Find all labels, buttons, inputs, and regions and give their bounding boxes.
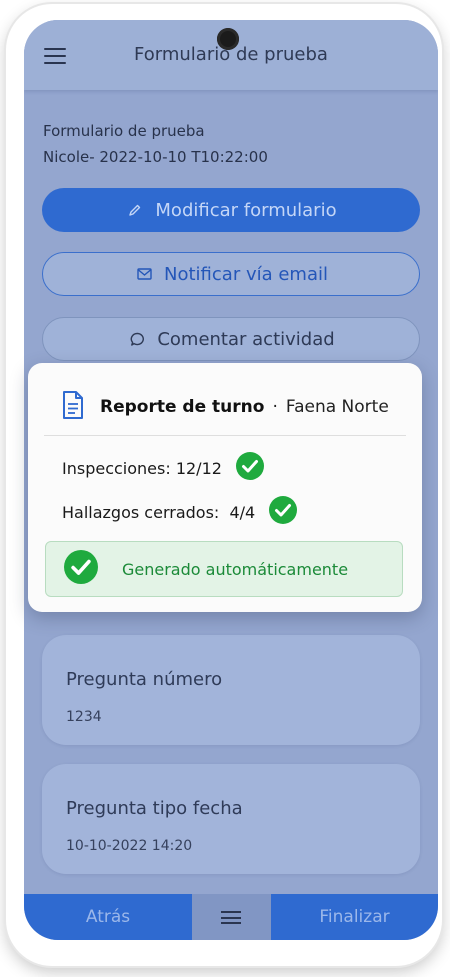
check-circle-icon <box>235 452 264 484</box>
notify-email-button[interactable]: Notificar vía email <box>42 252 420 296</box>
form-meta: Nicole- 2022-10-10 T10:22:00 <box>43 148 268 166</box>
question-card-number[interactable]: Pregunta número 1234 <box>42 635 420 745</box>
auto-generated-badge: Generado automáticamente <box>45 541 403 597</box>
question-card-date[interactable]: Pregunta tipo fecha 10-10-2022 14:20 <box>42 764 420 874</box>
back-button[interactable]: Atrás <box>24 894 192 940</box>
report-title: Reporte de turno <box>100 397 265 417</box>
shift-report-card: Reporte de turno · Faena Norte Inspeccio… <box>28 363 422 612</box>
question-label: Pregunta tipo fecha <box>66 798 243 819</box>
report-header: Reporte de turno · Faena Norte <box>62 391 389 423</box>
comment-icon <box>127 331 147 347</box>
modify-form-button[interactable]: Modificar formulario <box>42 188 420 232</box>
auto-generated-label: Generado automáticamente <box>122 559 349 579</box>
pencil-icon <box>125 202 145 218</box>
mail-icon <box>134 266 154 282</box>
findings-label: Hallazgos cerrados: 4/4 <box>62 502 256 522</box>
check-circle-icon <box>64 550 98 588</box>
inspections-row: Inspecciones: 12/12 <box>62 452 264 484</box>
question-value: 10-10-2022 14:20 <box>66 838 193 854</box>
check-circle-icon <box>269 496 298 528</box>
inspections-label: Inspecciones: 12/12 <box>62 458 222 478</box>
findings-row: Hallazgos cerrados: 4/4 <box>62 496 298 528</box>
form-name: Formulario de prueba <box>43 122 205 140</box>
bottom-menu-button[interactable] <box>192 894 271 940</box>
comment-activity-label: Comentar actividad <box>157 328 335 350</box>
divider <box>44 435 406 436</box>
menu-icon <box>221 911 241 924</box>
notify-email-label: Notificar vía email <box>164 263 328 285</box>
question-label: Pregunta número <box>66 669 223 690</box>
report-site: Faena Norte <box>285 397 389 417</box>
form-info: Formulario de prueba Nicole- 2022-10-10 … <box>43 118 268 170</box>
front-camera <box>217 28 239 50</box>
question-value: 1234 <box>66 709 102 725</box>
bottom-nav: Atrás Finalizar <box>24 894 438 940</box>
comment-activity-button[interactable]: Comentar actividad <box>42 317 420 361</box>
document-icon <box>62 391 84 423</box>
modify-form-label: Modificar formulario <box>155 199 337 221</box>
finish-button[interactable]: Finalizar <box>271 894 438 940</box>
title-separator: · <box>272 397 278 417</box>
